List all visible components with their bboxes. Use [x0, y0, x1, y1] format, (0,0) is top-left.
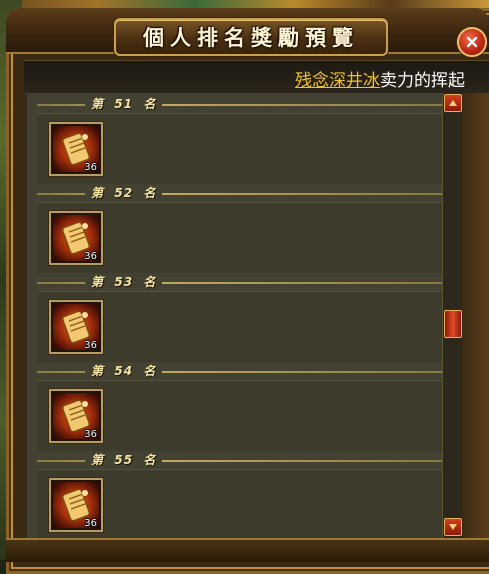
rank-label: 第 52 名: [85, 184, 163, 204]
item-count: 36: [84, 429, 97, 440]
rank-section: 第 51 名 36: [27, 95, 443, 184]
notice-text: 残念深井冰卖力的挥起: [295, 66, 465, 91]
rank-section: 第 53 名 36: [27, 273, 443, 362]
rank-reward-list[interactable]: 第 51 名 36 第 52 名 36 第 53 名 36 第 54 名 36 …: [26, 93, 443, 560]
rank-label: 第 51 名: [85, 95, 163, 115]
close-button[interactable]: [457, 27, 487, 57]
scrollbar-thumb[interactable]: [444, 310, 462, 338]
dialog-bottom-frame: [6, 538, 489, 562]
scroll-down-button[interactable]: [444, 518, 462, 536]
scroll-up-button[interactable]: [444, 94, 462, 112]
reward-item-slot[interactable]: 36: [49, 300, 103, 354]
rank-section: 第 54 名 36: [27, 362, 443, 451]
rank-reward-box: 36: [37, 202, 443, 273]
rank-label: 第 55 名: [85, 451, 163, 471]
notice-player-name[interactable]: 残念深井冰: [295, 71, 380, 91]
item-count: 36: [84, 162, 97, 173]
rank-section: 第 55 名 36: [27, 451, 443, 540]
item-count: 36: [84, 340, 97, 351]
arrow-up-icon: [449, 100, 457, 106]
notice-message: 卖力的挥起: [380, 71, 465, 91]
reward-item-slot[interactable]: 36: [49, 122, 103, 176]
item-count: 36: [84, 251, 97, 262]
title-bar: 個人排名獎勵預覽: [6, 8, 489, 56]
reward-item-slot[interactable]: 36: [49, 389, 103, 443]
reward-item-slot[interactable]: 36: [49, 211, 103, 265]
close-icon: [466, 36, 478, 48]
rank-reward-box: 36: [37, 291, 443, 362]
item-count: 36: [84, 518, 97, 529]
rank-label: 第 53 名: [85, 273, 163, 293]
reward-item-slot[interactable]: 36: [49, 478, 103, 532]
rank-reward-box: 36: [37, 113, 443, 184]
title-plaque: 個人排名獎勵預覽: [114, 18, 388, 56]
scrolling-notice-bar: 残念深井冰卖力的挥起: [24, 60, 489, 94]
rank-reward-box: 36: [37, 380, 443, 451]
arrow-down-icon: [449, 524, 457, 530]
rank-section: 第 52 名 36: [27, 184, 443, 273]
dialog-right-frame: [462, 93, 489, 560]
rank-reward-box: 36: [37, 469, 443, 540]
dialog-title: 個人排名獎勵預覽: [143, 26, 359, 50]
rank-label: 第 54 名: [85, 362, 163, 382]
